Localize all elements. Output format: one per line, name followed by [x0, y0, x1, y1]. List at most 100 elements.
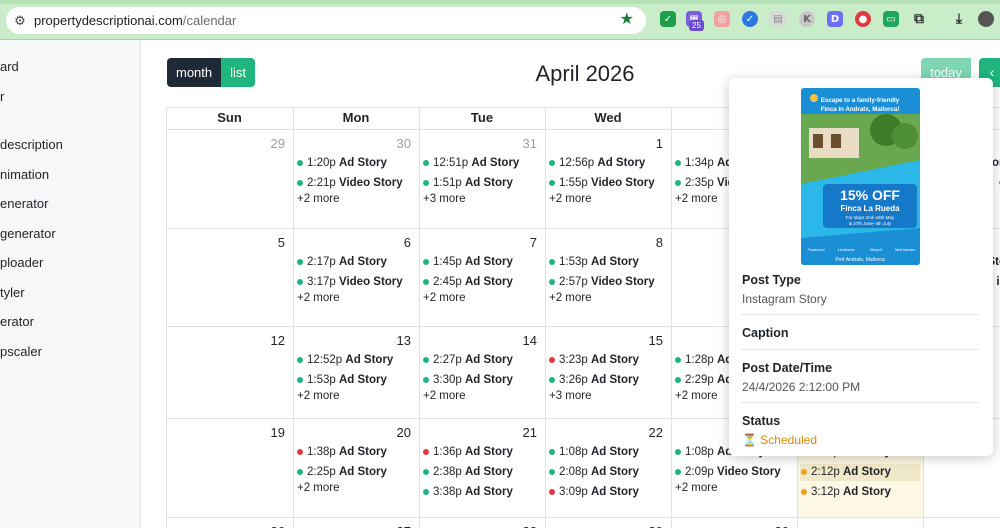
day-cell[interactable]: 5: [166, 228, 293, 326]
calendar-event[interactable]: 1:55p Video Story: [548, 175, 655, 192]
download-icon[interactable]: ⤓: [951, 11, 967, 27]
month-view-button[interactable]: month: [167, 58, 222, 87]
more-events-link[interactable]: +2 more: [549, 193, 592, 205]
more-events-link[interactable]: +2 more: [423, 390, 466, 402]
calendar-event[interactable]: 1:36p Ad Story: [422, 444, 513, 461]
more-events-link[interactable]: +2 more: [549, 292, 592, 304]
day-cell[interactable]: 31 12:51p Ad Story 1:51p Ad Story +3 more: [419, 129, 545, 228]
day-cell[interactable]: 29: [166, 129, 293, 228]
day-number[interactable]: 5: [278, 235, 285, 250]
day-number[interactable]: 28: [523, 524, 537, 528]
calendar-event[interactable]: 3:23p Ad Story: [548, 352, 639, 369]
calendar-event[interactable]: 2:21p Video Story: [296, 175, 403, 192]
day-number[interactable]: 29: [649, 524, 663, 528]
day-cell[interactable]: 15 3:23p Ad Story 3:26p Ad Story +3 more: [545, 326, 671, 418]
day-number[interactable]: 8: [656, 235, 663, 250]
extension-k-icon[interactable]: K: [799, 11, 815, 27]
day-cell[interactable]: 30: [671, 517, 797, 528]
extension-checkmark-icon[interactable]: ✓: [660, 11, 676, 27]
day-number[interactable]: 6: [404, 235, 411, 250]
day-cell[interactable]: 29: [545, 517, 671, 528]
calendar-event[interactable]: 1:45p Ad Story: [422, 254, 513, 271]
sidebar-item-upscaler[interactable]: pscaler: [0, 344, 42, 359]
calendar-event[interactable]: 12:51p Ad Story: [422, 155, 519, 172]
post-preview-image[interactable]: Escape to a family-friendly Finca in And…: [801, 88, 920, 265]
sidebar-item-dashboard[interactable]: ard: [0, 59, 19, 74]
more-events-link[interactable]: +2 more: [297, 390, 340, 402]
calendar-event[interactable]: 1:38p Ad Story: [296, 444, 387, 461]
calendar-event[interactable]: 1:34p Ad: [674, 155, 732, 172]
sidebar-item-styler[interactable]: tyler: [0, 285, 25, 300]
day-cell[interactable]: 20 1:38p Ad Story 2:25p Ad Story +2 more: [293, 418, 419, 517]
calendar-event[interactable]: 1:20p Ad Story: [296, 155, 387, 172]
day-cell[interactable]: 12: [166, 326, 293, 418]
day-number[interactable]: 21: [523, 425, 537, 440]
more-events-link[interactable]: +2 more: [675, 482, 718, 494]
day-cell[interactable]: [923, 517, 1000, 528]
calendar-event[interactable]: 1:53p Ad Story: [548, 254, 639, 271]
more-events-link[interactable]: +2 more: [423, 292, 466, 304]
calendar-event[interactable]: 3:12p Ad Story: [800, 484, 891, 501]
day-number[interactable]: 31: [523, 136, 537, 151]
day-number[interactable]: 26: [271, 524, 285, 528]
day-number[interactable]: 15: [649, 333, 663, 348]
day-cell[interactable]: 6 2:17p Ad Story 3:17p Video Story +2 more: [293, 228, 419, 326]
day-number[interactable]: 30: [397, 136, 411, 151]
more-events-link[interactable]: +2 more: [675, 193, 718, 205]
day-number[interactable]: 7: [530, 235, 537, 250]
more-events-link[interactable]: +2 more: [297, 193, 340, 205]
day-cell[interactable]: 26: [166, 517, 293, 528]
sidebar-item-description[interactable]: description: [0, 137, 63, 152]
day-cell[interactable]: 19: [166, 418, 293, 517]
calendar-event[interactable]: ie: [996, 274, 1000, 291]
day-cell[interactable]: 13 12:52p Ad Story 1:53p Ad Story +2 more: [293, 326, 419, 418]
calendar-event[interactable]: 2:08p Ad Story: [548, 464, 639, 481]
calendar-event[interactable]: 12:56p Ad Story: [548, 155, 645, 172]
calendar-event[interactable]: 1:51p Ad Story: [422, 175, 513, 192]
list-view-button[interactable]: list: [221, 58, 256, 87]
more-events-link[interactable]: +2 more: [675, 390, 718, 402]
day-number[interactable]: 30: [775, 524, 789, 528]
extension-color-icon[interactable]: ●: [855, 11, 871, 27]
more-events-link[interactable]: +3 more: [423, 193, 466, 205]
extension-grid-icon[interactable]: ▤: [770, 11, 786, 27]
more-events-link[interactable]: +3 more: [549, 390, 592, 402]
calendar-event[interactable]: 3:09p Ad Story: [548, 484, 639, 501]
calendar-event[interactable]: 3:38p Ad Story: [422, 484, 513, 501]
sidebar-item-generator[interactable]: enerator: [0, 196, 48, 211]
calendar-event[interactable]: 3:17p Video Story: [296, 274, 403, 291]
day-cell[interactable]: 27: [293, 517, 419, 528]
sidebar-item-uploader[interactable]: ploader: [0, 255, 43, 270]
calendar-event[interactable]: 3:26p Ad Story: [548, 372, 639, 389]
avatar[interactable]: [978, 11, 994, 27]
day-number[interactable]: 22: [649, 425, 663, 440]
day-cell[interactable]: 28: [419, 517, 545, 528]
calendar-event[interactable]: 1:28p Ad: [674, 352, 732, 369]
day-cell[interactable]: 14 2:27p Ad Story 3:30p Ad Story +2 more: [419, 326, 545, 418]
day-number[interactable]: 20: [397, 425, 411, 440]
calendar-event[interactable]: 1:08p Ad Story: [548, 444, 639, 461]
calendar-event[interactable]: 12:52p Ad Story: [296, 352, 393, 369]
calendar-event[interactable]: 3:30p Ad Story: [422, 372, 513, 389]
extension-tab-icon[interactable]: ▭: [883, 11, 899, 27]
day-number[interactable]: 13: [397, 333, 411, 348]
extension-camera-icon[interactable]: ◎: [714, 11, 730, 27]
day-cell[interactable]: [797, 517, 923, 528]
sidebar-item-generator-2[interactable]: generator: [0, 226, 56, 241]
extension-check-circle-icon[interactable]: ✓: [742, 11, 758, 27]
calendar-event[interactable]: 2:45p Ad Story: [422, 274, 513, 291]
calendar-event[interactable]: 2:12p Ad Story: [800, 464, 920, 481]
sidebar-item-animation[interactable]: nimation: [0, 167, 49, 182]
day-cell[interactable]: 22 1:08p Ad Story 2:08p Ad Story 3:09p Ad S…: [545, 418, 671, 517]
day-cell[interactable]: 7 1:45p Ad Story 2:45p Ad Story +2 more: [419, 228, 545, 326]
day-number[interactable]: 27: [397, 524, 411, 528]
calendar-event[interactable]: 2:29p Ad: [674, 372, 732, 389]
calendar-event[interactable]: 2:57p Video Story: [548, 274, 655, 291]
day-cell[interactable]: 1 12:56p Ad Story 1:55p Video Story +2 more: [545, 129, 671, 228]
calendar-event[interactable]: 2:27p Ad Story: [422, 352, 513, 369]
extensions-puzzle-icon[interactable]: ⧉: [911, 11, 927, 27]
extension-d-icon[interactable]: D: [827, 11, 843, 27]
calendar-event[interactable]: 2:17p Ad Story: [296, 254, 387, 271]
day-number[interactable]: 1: [656, 136, 663, 151]
more-events-link[interactable]: +2 more: [297, 482, 340, 494]
